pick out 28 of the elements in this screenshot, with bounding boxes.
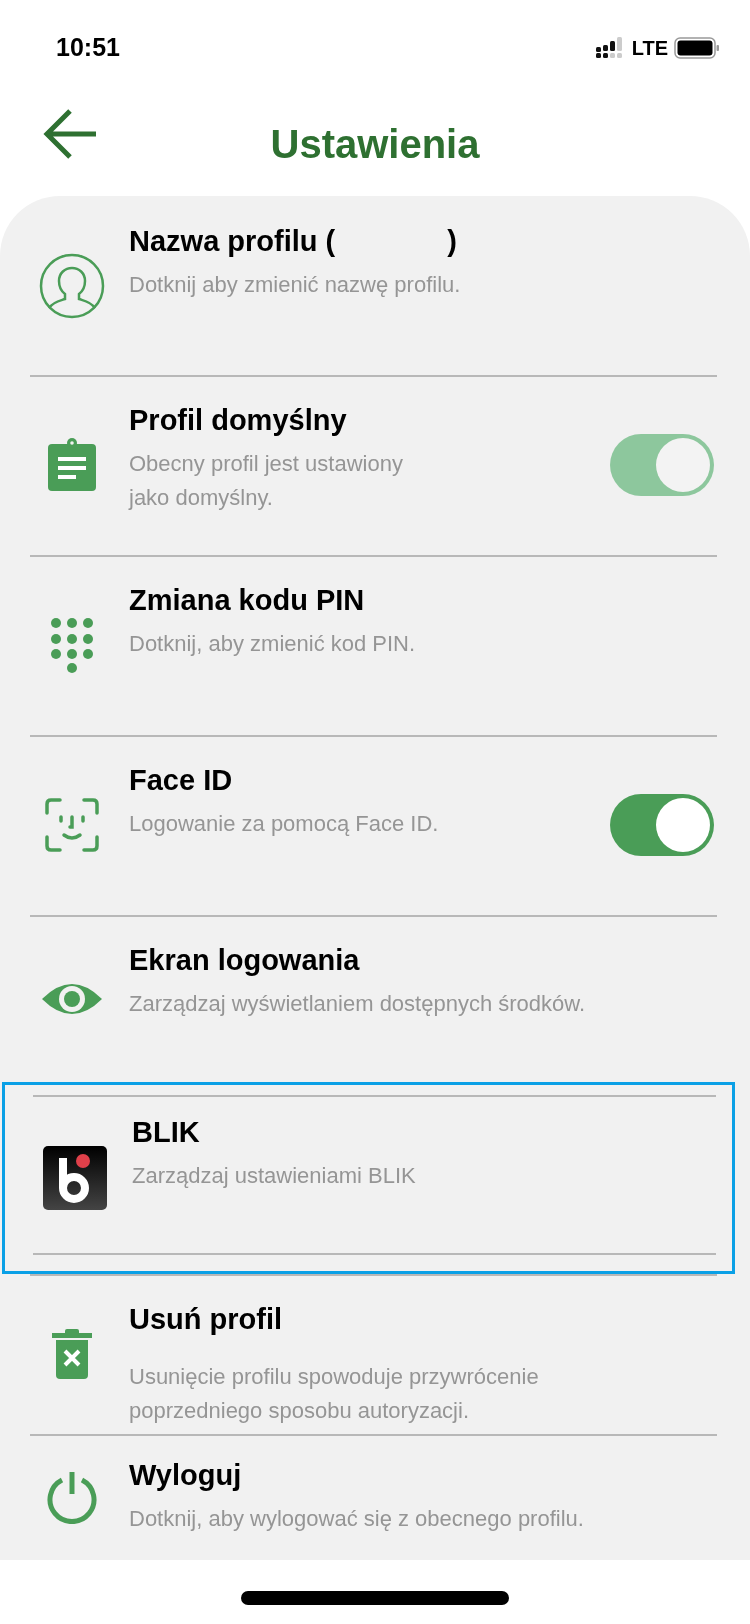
power-icon xyxy=(45,1470,99,1524)
trash-icon xyxy=(52,1329,92,1379)
setting-description: Zarządzaj wyświetlaniem dostępnych środków. xyxy=(129,990,587,1018)
setting-title: Ekran logowania xyxy=(129,943,360,978)
setting-title: Usuń profil xyxy=(129,1302,283,1337)
setting-title: Nazwa profilu ( xyxy=(129,224,336,259)
clipboard-icon xyxy=(47,438,97,492)
setting-title: Wyloguj xyxy=(129,1458,242,1493)
setting-title: Zmiana kodu PIN xyxy=(129,583,365,618)
setting-description: Dotknij, aby zmienić kod PIN. xyxy=(129,630,417,658)
title-parenthesis: ) xyxy=(447,224,457,259)
setting-title: Profil domyślny xyxy=(129,403,347,438)
setting-description: Logowanie za pomocą Face ID. xyxy=(129,810,440,838)
blik-logo-icon xyxy=(43,1146,107,1210)
status-time: 10:51 xyxy=(56,32,120,64)
face-scan-icon xyxy=(45,798,99,852)
setting-description: Dotknij aby zmienić nazwę profilu. xyxy=(129,271,462,299)
setting-description: Zarządzaj ustawieniami BLIK xyxy=(132,1162,417,1190)
network-label: LTE xyxy=(631,36,668,61)
setting-description: Usunięcie profilu spowoduje przywrócenie poprzedniego sposobu autoryzacji. xyxy=(129,1363,540,1425)
battery-icon xyxy=(674,37,720,59)
setting-description: Dotknij, aby wylogować się z obecnego profilu. xyxy=(129,1505,585,1533)
setting-title: BLIK xyxy=(132,1115,200,1150)
keypad-icon xyxy=(50,617,94,673)
setting-title: Face ID xyxy=(129,763,233,798)
person-icon xyxy=(39,252,105,319)
setting-description: Obecny profil jest ustawiony jako domyślny. xyxy=(129,450,404,512)
page-title: Ustawienia xyxy=(270,121,480,168)
